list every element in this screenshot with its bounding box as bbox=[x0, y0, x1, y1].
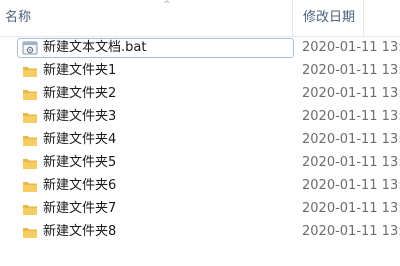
folder-name: 新建文件夹8 bbox=[43, 224, 117, 239]
file-row[interactable]: 新建文本文档.bat 2020-01-11 13:5 bbox=[0, 37, 400, 59]
sort-ascending-icon: ^ bbox=[163, 0, 171, 10]
folder-icon bbox=[23, 136, 37, 146]
folder-row[interactable]: 新建文件夹1 2020-01-11 13:5 bbox=[0, 60, 400, 82]
folder-name: 新建文件夹1 bbox=[43, 63, 117, 78]
folder-row[interactable]: 新建文件夹3 2020-01-11 13:5 bbox=[0, 106, 400, 128]
date-modified-column-header[interactable]: 修改日期 bbox=[293, 0, 363, 36]
folder-icon bbox=[23, 182, 37, 192]
folder-row[interactable]: 新建文件夹2 2020-01-11 13:5 bbox=[0, 83, 400, 105]
folder-icon bbox=[23, 228, 37, 238]
folder-name: 新建文件夹5 bbox=[43, 155, 117, 170]
folder-date: 2020-01-11 13:5 bbox=[302, 201, 400, 216]
folder-name: 新建文件夹6 bbox=[43, 178, 117, 193]
date-modified-label: 修改日期 bbox=[303, 10, 356, 25]
folder-icon bbox=[23, 159, 37, 169]
folder-date: 2020-01-11 13:5 bbox=[302, 155, 400, 170]
folder-date: 2020-01-11 13:5 bbox=[302, 86, 400, 101]
folder-name: 新建文件夹4 bbox=[43, 132, 117, 147]
folder-icon bbox=[23, 90, 37, 100]
folder-name: 新建文件夹2 bbox=[43, 86, 117, 101]
column-divider[interactable] bbox=[363, 0, 364, 36]
folder-row[interactable]: 新建文件夹5 2020-01-11 13:5 bbox=[0, 152, 400, 174]
file-explorer: ^ 名称 修改日期 新建文本文档.bat 2020-01-11 13:5 新建文… bbox=[0, 0, 400, 266]
folder-row[interactable]: 新建文件夹6 2020-01-11 13:5 bbox=[0, 175, 400, 197]
folder-date: 2020-01-11 13:5 bbox=[302, 109, 400, 124]
batch-file-icon bbox=[22, 41, 38, 55]
name-column-label: 名称 bbox=[5, 10, 32, 25]
folder-name: 新建文件夹3 bbox=[43, 109, 117, 124]
folder-icon bbox=[23, 113, 37, 123]
file-name: 新建文本文档.bat bbox=[43, 40, 147, 55]
folder-row[interactable]: 新建文件夹8 2020-01-11 13:5 bbox=[0, 221, 400, 243]
folder-date: 2020-01-11 13:5 bbox=[302, 178, 400, 193]
folder-date: 2020-01-11 13:5 bbox=[302, 63, 400, 78]
folder-icon bbox=[23, 67, 37, 77]
folder-row[interactable]: 新建文件夹4 2020-01-11 13:5 bbox=[0, 129, 400, 151]
folder-name: 新建文件夹7 bbox=[43, 201, 117, 216]
column-header: ^ 名称 修改日期 bbox=[0, 0, 400, 37]
file-date: 2020-01-11 13:5 bbox=[302, 40, 400, 55]
folder-row[interactable]: 新建文件夹7 2020-01-11 13:5 bbox=[0, 198, 400, 220]
folder-date: 2020-01-11 13:5 bbox=[302, 132, 400, 147]
name-column-header[interactable]: ^ 名称 bbox=[0, 0, 292, 36]
folder-date: 2020-01-11 13:5 bbox=[302, 224, 400, 239]
folder-icon bbox=[23, 205, 37, 215]
